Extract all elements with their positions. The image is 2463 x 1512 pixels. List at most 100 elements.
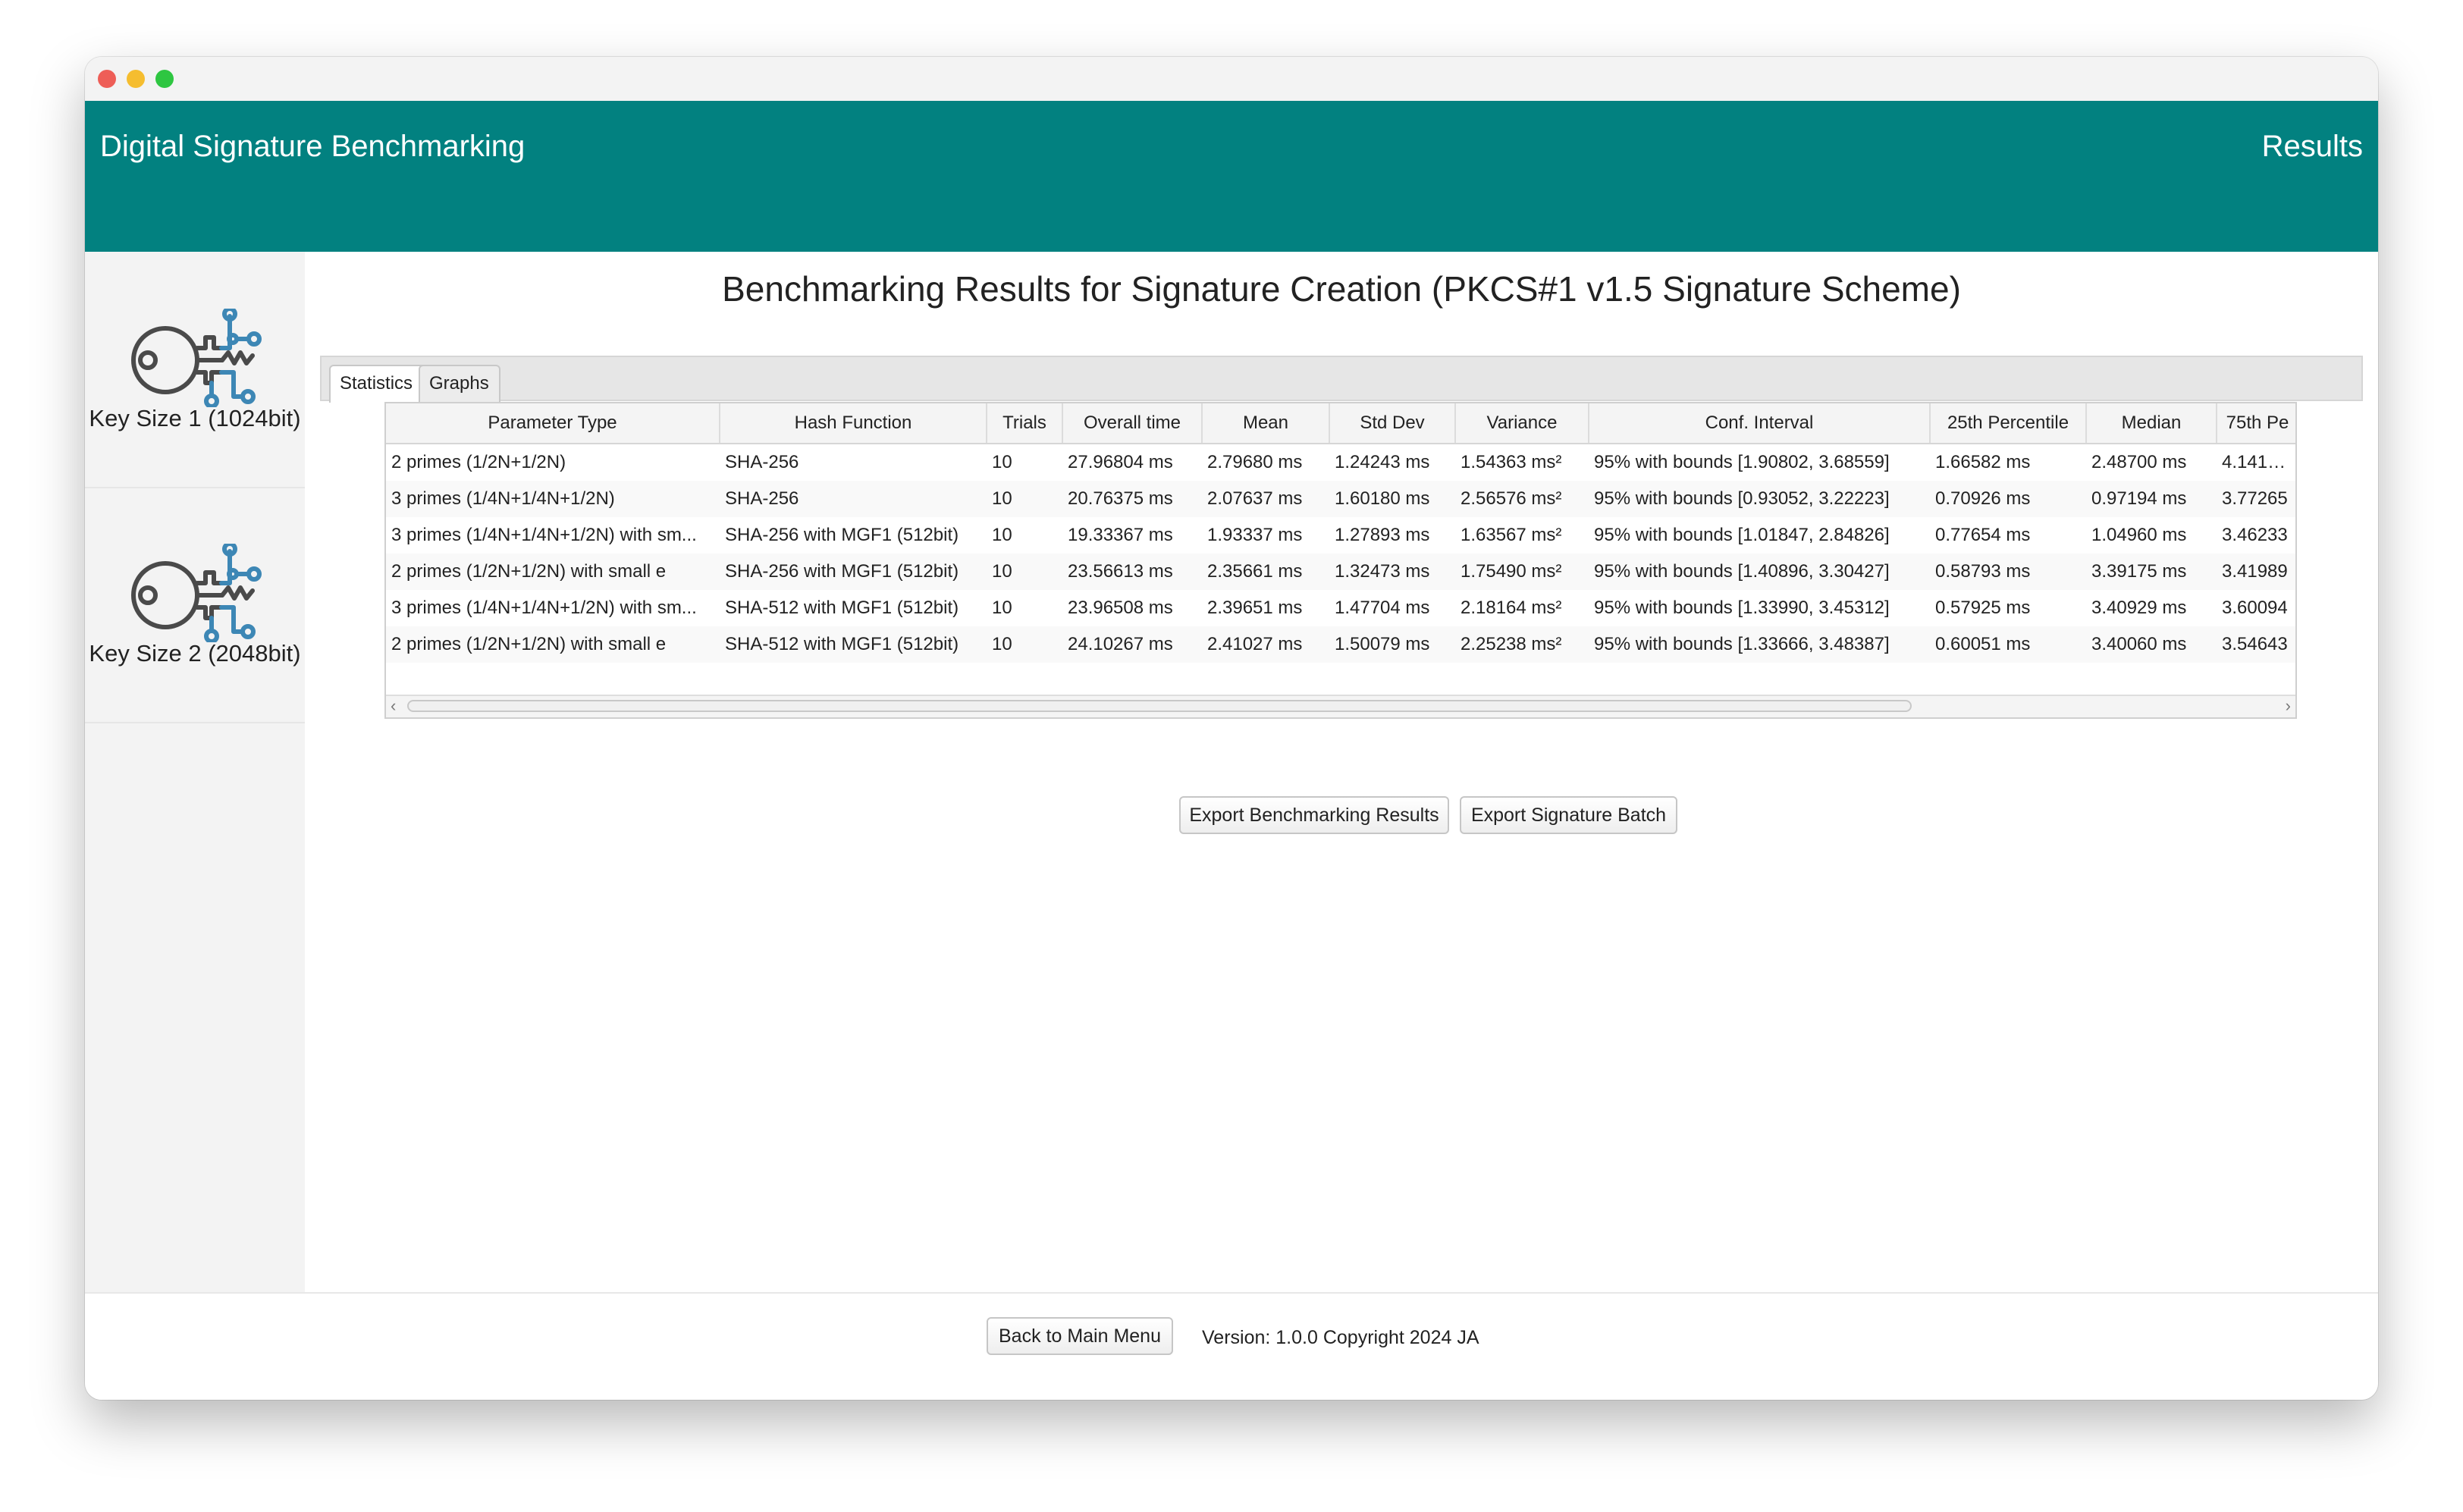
table-cell: 3.41989 xyxy=(2217,554,2295,590)
minimize-window-button[interactable] xyxy=(127,70,145,88)
table-cell: SHA-256 xyxy=(725,452,799,472)
table-cell: 3.46233 xyxy=(2222,525,2288,545)
close-window-button[interactable] xyxy=(98,70,116,88)
sidebar-item-key-size-1[interactable]: Key Size 1 (1024bit) xyxy=(85,252,308,488)
table-cell: 20.76375 ms xyxy=(1062,481,1202,517)
table-cell: 24.10267 ms xyxy=(1062,626,1202,663)
sidebar-item-key-size-2[interactable]: Key Size 2 (2048bit) xyxy=(85,487,305,723)
column-header[interactable]: 25th Percentile xyxy=(1930,403,2087,444)
horizontal-scrollbar[interactable]: ‹ › xyxy=(386,695,2295,717)
table-cell: 0.57925 ms xyxy=(1935,598,2031,618)
tab-strip: Statistics Graphs xyxy=(320,356,2363,403)
table-cell: 3 primes (1/4N+1/4N+1/2N) with sm... xyxy=(391,598,697,618)
back-to-main-menu-button[interactable]: Back to Main Menu xyxy=(987,1317,1173,1355)
sidebar-item-label: Key Size 2 (2048bit) xyxy=(89,640,301,667)
table-cell: 3.39175 ms xyxy=(2086,554,2217,590)
table-row[interactable]: 3 primes (1/4N+1/4N+1/2N) with sm... SHA-… xyxy=(386,590,2295,626)
table-cell: 1.27893 ms xyxy=(1335,525,1430,545)
table-cell: 0.77654 ms xyxy=(1935,525,2031,545)
maximize-window-button[interactable] xyxy=(155,70,174,88)
table-cell: SHA-512 with MGF1 (512bit) xyxy=(720,626,987,663)
table-cell: 2.41027 ms xyxy=(1202,626,1329,663)
section-title: Results xyxy=(2261,130,2363,163)
table-cell: 0.60051 ms xyxy=(1930,626,2086,663)
column-header[interactable]: Parameter Type xyxy=(386,403,720,444)
scrollbar-thumb[interactable] xyxy=(407,700,1912,712)
table-cell: 1.60180 ms xyxy=(1329,481,1455,517)
table-cell: 3 primes (1/4N+1/4N+1/2N) xyxy=(386,481,720,517)
scroll-right-icon[interactable]: › xyxy=(2286,696,2291,716)
main-content: Benchmarking Results for Signature Creat… xyxy=(305,252,2378,1292)
table-cell: 10 xyxy=(987,554,1062,590)
table-cell: 1.66582 ms xyxy=(1935,452,2031,472)
table-cell: 3.40060 ms xyxy=(2086,626,2217,663)
table-cell: SHA-256 xyxy=(720,481,987,517)
table-cell: 1.63567 ms² xyxy=(1461,525,1562,545)
table-cell: 3.54643 xyxy=(2217,626,2295,663)
table-cell: 2.35661 ms xyxy=(1202,554,1329,590)
table-cell: 1.24243 ms xyxy=(1335,452,1430,472)
tab-statistics[interactable]: Statistics xyxy=(329,365,426,403)
page-title: Benchmarking Results for Signature Creat… xyxy=(722,269,1961,309)
app-window: Digital Signature Benchmarking Results K… xyxy=(85,57,2378,1400)
table-cell: 3.77265 xyxy=(2217,481,2295,517)
table-cell: 10 xyxy=(992,598,1012,618)
column-header[interactable]: Median xyxy=(2086,403,2217,444)
table-header-row: Parameter Type Hash Function Trials Overall… xyxy=(386,403,2295,444)
table-row[interactable]: 2 primes (1/2N+1/2N) with small e SHA-256… xyxy=(386,554,2295,590)
table-cell: 2.18164 ms² xyxy=(1461,598,1562,618)
tab-graphs[interactable]: Graphs xyxy=(419,365,500,403)
column-header[interactable]: 75th Pe xyxy=(2217,403,2295,444)
table-cell: 23.96508 ms xyxy=(1068,598,1173,618)
table-cell: 95% with bounds [1.33990, 3.45312] xyxy=(1594,598,1890,618)
column-header[interactable]: Trials xyxy=(987,403,1063,444)
version-text: Version: 1.0.0 Copyright 2024 JA xyxy=(1202,1327,1479,1348)
column-header[interactable]: Hash Function xyxy=(720,403,987,444)
column-header[interactable]: Overall time xyxy=(1062,403,1203,444)
table-cell: 10 xyxy=(987,481,1062,517)
table-row[interactable]: 3 primes (1/4N+1/4N+1/2N) with sm... SHA-… xyxy=(386,517,2295,554)
export-signature-batch-button[interactable]: Export Signature Batch xyxy=(1460,796,1677,834)
key-circuit-icon xyxy=(131,309,262,407)
scroll-left-icon[interactable]: ‹ xyxy=(391,696,396,716)
table-cell: 2.56576 ms² xyxy=(1455,481,1589,517)
table-cell: 10 xyxy=(992,525,1012,545)
table-cell: SHA-256 with MGF1 (512bit) xyxy=(720,554,987,590)
app-header: Digital Signature Benchmarking Results xyxy=(85,101,2378,252)
key-circuit-icon xyxy=(131,544,262,642)
column-header[interactable]: Conf. Interval xyxy=(1589,403,1931,444)
column-header[interactable]: Std Dev xyxy=(1329,403,1456,444)
table-cell: 1.47704 ms xyxy=(1335,598,1430,618)
title-bar xyxy=(85,57,2378,101)
table-cell: 19.33367 ms xyxy=(1068,525,1173,545)
table-cell: 0.97194 ms xyxy=(2086,481,2217,517)
export-benchmarking-results-button[interactable]: Export Benchmarking Results xyxy=(1179,796,1449,834)
footer: Back to Main Menu Version: 1.0.0 Copyrig… xyxy=(85,1292,2378,1400)
table-cell: 95% with bounds [1.40896, 3.30427] xyxy=(1589,554,1930,590)
table-cell: 1.32473 ms xyxy=(1329,554,1455,590)
table-cell: 23.56613 ms xyxy=(1062,554,1202,590)
table-cell: 95% with bounds [0.93052, 3.22223] xyxy=(1589,481,1930,517)
table-row[interactable]: 3 primes (1/4N+1/4N+1/2N) SHA-256 10 20.763… xyxy=(386,481,2295,517)
table-cell: 2.39651 ms xyxy=(1207,598,1303,618)
table-cell: SHA-512 with MGF1 (512bit) xyxy=(725,598,959,618)
table-cell: 2.48700 ms xyxy=(2091,452,2187,472)
table-cell: 1.54363 ms² xyxy=(1461,452,1562,472)
table-cell: 2 primes (1/2N+1/2N) with small e xyxy=(386,626,720,663)
table-cell: 27.96804 ms xyxy=(1068,452,1173,472)
table-cell: 10 xyxy=(992,452,1012,472)
table-cell: 2 primes (1/2N+1/2N) xyxy=(391,452,566,472)
table-cell: 2.79680 ms xyxy=(1207,452,1303,472)
table-cell: 95% with bounds [1.01847, 2.84826] xyxy=(1594,525,1890,545)
table-cell: 10 xyxy=(987,626,1062,663)
column-header[interactable]: Mean xyxy=(1202,403,1330,444)
table-cell: 1.50079 ms xyxy=(1329,626,1455,663)
table-row[interactable]: 2 primes (1/2N+1/2N) SHA-256 10 27.96804 ms… xyxy=(386,444,2295,481)
table-cell: 3.60094 xyxy=(2222,598,2288,618)
table-cell: 2.07637 ms xyxy=(1202,481,1329,517)
column-header[interactable]: Variance xyxy=(1455,403,1589,444)
results-table: Parameter Type Hash Function Trials Overall… xyxy=(384,402,2297,719)
table-cell: 2.25238 ms² xyxy=(1455,626,1589,663)
table-row[interactable]: 2 primes (1/2N+1/2N) with small e SHA-512… xyxy=(386,626,2295,663)
table-cell: 1.93337 ms xyxy=(1207,525,1303,545)
